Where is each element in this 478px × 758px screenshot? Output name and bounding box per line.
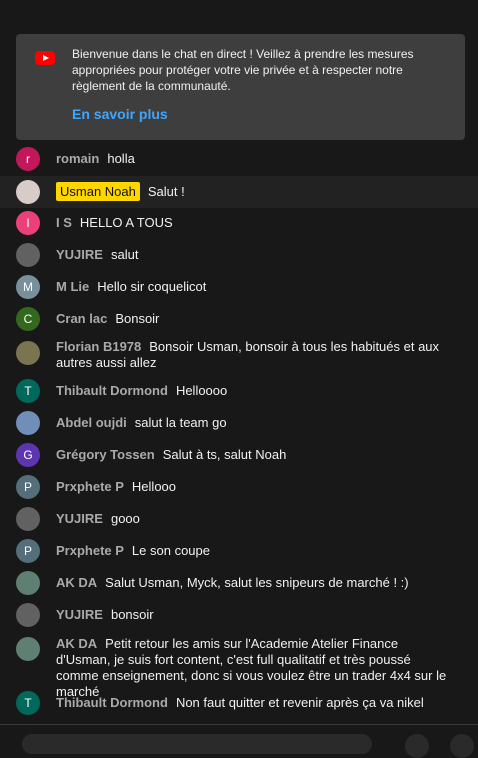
chat-message: Usman Noah Salut !	[0, 176, 478, 208]
youtube-logo-icon	[35, 51, 55, 65]
message-author[interactable]: YUJIRE	[56, 511, 103, 526]
message-author[interactable]: Prxphete P	[56, 543, 124, 558]
message-author[interactable]: Grégory Tossen	[56, 447, 155, 462]
message-text: Salut à ts, salut Noah	[162, 447, 287, 462]
message-author[interactable]: YUJIRE	[56, 607, 103, 622]
message-author[interactable]: YUJIRE	[56, 247, 103, 262]
message-text: Hello sir coquelicot	[97, 279, 207, 294]
chat-message: P Prxphete P Hellooo	[0, 475, 478, 499]
chat-message: YUJIRE gooo	[0, 507, 478, 531]
message-author-owner-badge[interactable]: Usman Noah	[56, 182, 140, 201]
chat-message: C Cran lac Bonsoir	[0, 307, 478, 331]
message-text: Le son coupe	[131, 543, 210, 558]
chat-welcome-banner: Bienvenue dans le chat en direct ! Veill…	[16, 34, 465, 140]
chat-message: YUJIRE bonsoir	[0, 603, 478, 627]
chat-message: AK DA Petit retour les amis sur l'Academi…	[0, 636, 478, 699]
avatar[interactable]: I	[16, 211, 40, 235]
chat-message: T Thibault Dormond Non faut quitter et re…	[0, 691, 478, 715]
message-text: gooo	[110, 511, 140, 526]
message-author[interactable]: Cran lac	[56, 311, 107, 326]
avatar[interactable]: C	[16, 307, 40, 331]
avatar[interactable]	[16, 603, 40, 627]
chat-message: Abdel oujdi salut la team go	[0, 411, 478, 435]
avatar[interactable]: r	[16, 147, 40, 171]
message-text: bonsoir	[110, 607, 154, 622]
avatar[interactable]	[16, 243, 40, 267]
message-text: Salut !	[147, 184, 185, 199]
send-button[interactable]	[450, 734, 474, 758]
message-text: salut la team go	[134, 415, 227, 430]
avatar[interactable]: P	[16, 539, 40, 563]
learn-more-link[interactable]: En savoir plus	[72, 106, 168, 122]
avatar[interactable]	[16, 180, 40, 204]
avatar[interactable]: P	[16, 475, 40, 499]
message-author[interactable]: Prxphete P	[56, 479, 124, 494]
avatar[interactable]	[16, 571, 40, 595]
message-author[interactable]: AK DA	[56, 575, 97, 590]
chat-message: Florian B1978 Bonsoir Usman, bonsoir à to…	[0, 339, 478, 371]
avatar[interactable]: T	[16, 379, 40, 403]
message-author[interactable]: I S	[56, 215, 72, 230]
message-text: Non faut quitter et revenir après ça va …	[175, 695, 424, 710]
chat-message: T Thibault Dormond Helloooo	[0, 379, 478, 403]
message-author[interactable]: Thibault Dormond	[56, 383, 168, 398]
avatar[interactable]: M	[16, 275, 40, 299]
chat-message: AK DA Salut Usman, Myck, salut les snipeu…	[0, 571, 478, 595]
message-author[interactable]: M Lie	[56, 279, 89, 294]
banner-text: Bienvenue dans le chat en direct ! Veill…	[72, 47, 414, 93]
chat-message: G Grégory Tossen Salut à ts, salut Noah	[0, 443, 478, 467]
message-text: Salut Usman, Myck, salut les snipeurs de…	[105, 575, 409, 590]
message-text: Bonsoir	[115, 311, 160, 326]
message-text: Helloooo	[175, 383, 228, 398]
avatar[interactable]	[16, 341, 40, 365]
divider	[0, 724, 478, 725]
message-author[interactable]: Abdel oujdi	[56, 415, 127, 430]
avatar[interactable]: G	[16, 443, 40, 467]
avatar[interactable]	[16, 637, 40, 661]
chat-message: r romain holla	[0, 147, 478, 171]
emoji-button[interactable]	[405, 734, 429, 758]
message-text: HELLO A TOUS	[79, 215, 173, 230]
message-author[interactable]: Thibault Dormond	[56, 695, 168, 710]
avatar[interactable]: T	[16, 691, 40, 715]
message-text: holla	[107, 151, 135, 166]
chat-message: M M Lie Hello sir coquelicot	[0, 275, 478, 299]
chat-message: P Prxphete P Le son coupe	[0, 539, 478, 563]
message-text: Petit retour les amis sur l'Academie Ate…	[56, 636, 447, 699]
message-text: Hellooo	[131, 479, 177, 494]
message-author[interactable]: Florian B1978	[56, 339, 141, 354]
avatar[interactable]	[16, 507, 40, 531]
avatar[interactable]	[16, 411, 40, 435]
chat-input[interactable]	[22, 734, 372, 754]
message-author[interactable]: romain	[56, 151, 99, 166]
message-author[interactable]: AK DA	[56, 636, 97, 651]
message-text: salut	[110, 247, 139, 262]
chat-message: YUJIRE salut	[0, 243, 478, 267]
chat-message: I I S HELLO A TOUS	[0, 211, 478, 235]
